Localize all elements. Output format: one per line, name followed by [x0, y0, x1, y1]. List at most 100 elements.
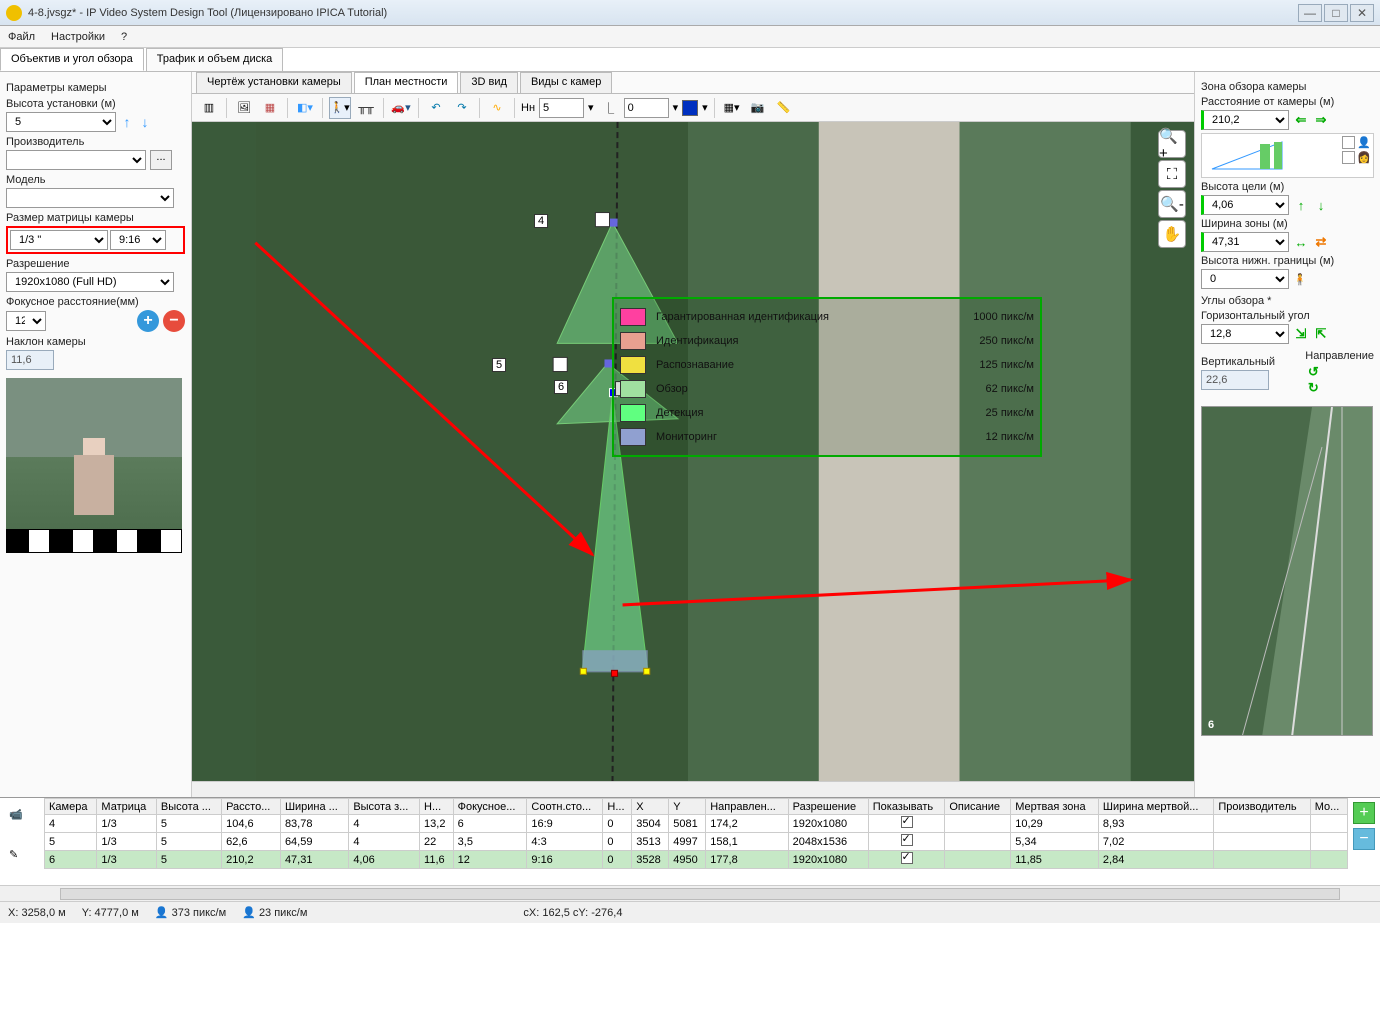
table-header[interactable]: Мо... — [1310, 799, 1347, 815]
table-header[interactable]: Разрешение — [788, 799, 868, 815]
arrow-up-icon[interactable]: ↑ — [1293, 197, 1309, 213]
table-header[interactable]: Направлен... — [706, 799, 788, 815]
redo-icon[interactable]: ↷ — [451, 97, 473, 119]
remove-row-button[interactable]: − — [1353, 828, 1375, 850]
show-checkbox[interactable] — [901, 816, 913, 828]
tilt-value — [6, 350, 54, 370]
target-h-select[interactable]: 4,06 — [1201, 195, 1289, 215]
rotate-ccw-icon[interactable]: ↺ — [1305, 364, 1321, 380]
car-icon[interactable]: 🚗▾ — [390, 97, 412, 119]
matrix-aspect-select[interactable]: 9:16 — [110, 230, 166, 250]
cube-icon[interactable]: ◧▾ — [294, 97, 316, 119]
add-row-button[interactable]: + — [1353, 802, 1375, 824]
center-panel: Чертёж установки камеры План местности 3… — [192, 72, 1194, 797]
arrow-up-icon[interactable]: ↑ — [120, 112, 134, 132]
camera-list-icon[interactable]: 📹 — [9, 808, 35, 830]
tab-lens[interactable]: Объектив и угол обзора — [0, 48, 144, 71]
arrow-left-icon[interactable]: ⇐ — [1293, 112, 1309, 128]
table-header[interactable]: Рассто... — [222, 799, 281, 815]
table-row[interactable]: 51/3562,664,594223,54:3035134997158,1204… — [45, 833, 1348, 851]
minimize-button[interactable]: — — [1298, 4, 1322, 22]
target-b-check[interactable] — [1342, 151, 1355, 164]
pan-button[interactable]: ✋ — [1158, 220, 1186, 248]
table-header[interactable]: Н... — [420, 799, 454, 815]
status-px1: 373 пикс/м — [172, 907, 227, 919]
table-header[interactable]: X — [632, 799, 669, 815]
h-input[interactable] — [539, 98, 584, 118]
curve-icon[interactable]: ∿ — [486, 97, 508, 119]
manufacturer-browse-button[interactable]: ... — [150, 150, 172, 170]
color-swatch[interactable] — [682, 100, 698, 116]
menu-help[interactable]: ? — [121, 31, 127, 43]
align-icon[interactable]: ⎿ — [598, 97, 620, 119]
close-button[interactable]: ✕ — [1350, 4, 1374, 22]
manufacturer-select[interactable] — [6, 150, 146, 170]
measure-icon[interactable]: 📏 — [773, 97, 795, 119]
matrix-size-select[interactable]: 1/3 " — [10, 230, 108, 250]
layers-icon[interactable]: ▥ — [198, 97, 220, 119]
dist-select[interactable]: 210,2 — [1201, 110, 1289, 130]
table-row[interactable]: 41/35104,683,78413,2616:9035045081174,21… — [45, 815, 1348, 833]
model-select[interactable] — [6, 188, 174, 208]
map-canvas[interactable]: 4 5 6 🔍+ ⛶ 🔍- ✋ Гарантированная идентифи… — [192, 122, 1194, 781]
person-icon[interactable]: 🚶▾ — [329, 97, 351, 119]
table-header[interactable]: Фокусное... — [453, 799, 527, 815]
tab-traffic[interactable]: Трафик и объем диска — [146, 48, 284, 71]
tab-plan[interactable]: План местности — [354, 72, 459, 93]
table-header[interactable]: Соотн.сто... — [527, 799, 603, 815]
h-angle-select[interactable]: 12,8 — [1201, 324, 1289, 344]
width-in-icon[interactable]: ↔ — [1293, 234, 1309, 250]
zoom-out-button[interactable]: 🔍- — [1158, 190, 1186, 218]
fence-icon[interactable]: ╥╥ — [355, 97, 377, 119]
grid-icon[interactable]: ▦▾ — [721, 97, 743, 119]
zoom-in-button[interactable]: 🔍+ — [1158, 130, 1186, 158]
bottom-scrollbar[interactable] — [0, 885, 1380, 901]
show-checkbox[interactable] — [901, 834, 913, 846]
tab-drawing[interactable]: Чертёж установки камеры — [196, 72, 352, 93]
pencil-icon[interactable]: ✎ — [9, 848, 35, 870]
angle-in-icon[interactable]: ⇲ — [1293, 326, 1309, 342]
height-select[interactable]: 5 — [6, 112, 116, 132]
lower-h-select[interactable]: 0 — [1201, 269, 1289, 289]
resolution-select[interactable]: 1920x1080 (Full HD) — [6, 272, 174, 292]
arrow-down-icon[interactable]: ↓ — [1313, 197, 1329, 213]
camera-icon[interactable]: 📷 — [747, 97, 769, 119]
focal-minus-button[interactable]: − — [163, 310, 185, 332]
table-header[interactable]: Показывать — [868, 799, 945, 815]
rotate-cw-icon[interactable]: ↻ — [1305, 380, 1321, 396]
table-header[interactable]: Н... — [603, 799, 632, 815]
table-header[interactable]: Ширина мертвой... — [1098, 799, 1213, 815]
table-header[interactable]: Производитель — [1214, 799, 1310, 815]
menu-file[interactable]: Файл — [8, 31, 35, 43]
menu-settings[interactable]: Настройки — [51, 31, 105, 43]
table-header[interactable]: Камера — [45, 799, 97, 815]
target-a-check[interactable] — [1342, 136, 1355, 149]
angle-out-icon[interactable]: ⇱ — [1313, 326, 1329, 342]
table-header[interactable]: Описание — [945, 799, 1011, 815]
maximize-button[interactable]: □ — [1324, 4, 1348, 22]
image-icon[interactable]: 🖼 — [233, 97, 255, 119]
matrix-label: Размер матрицы камеры — [6, 212, 185, 224]
table-row[interactable]: 61/35210,247,314,0611,6129:1603528495017… — [45, 851, 1348, 869]
width-out-icon[interactable]: ⇄ — [1313, 234, 1329, 250]
wall-icon[interactable]: ▦ — [259, 97, 281, 119]
focal-select[interactable]: 12 — [6, 311, 46, 331]
focal-plus-button[interactable]: + — [137, 310, 159, 332]
table-header[interactable]: Мертвая зона — [1011, 799, 1099, 815]
v-angle-label: Вертикальный — [1201, 356, 1301, 368]
canvas-scrollbar[interactable] — [192, 781, 1194, 797]
table-header[interactable]: Матрица — [97, 799, 157, 815]
arrow-right-icon[interactable]: ⇒ — [1313, 112, 1329, 128]
zoom-fit-button[interactable]: ⛶ — [1158, 160, 1186, 188]
arrow-down-icon[interactable]: ↓ — [138, 112, 152, 132]
table-header[interactable]: Ширина ... — [280, 799, 348, 815]
show-checkbox[interactable] — [901, 852, 913, 864]
undo-icon[interactable]: ↶ — [425, 97, 447, 119]
zone-w-select[interactable]: 47,31 — [1201, 232, 1289, 252]
tab-3d[interactable]: 3D вид — [460, 72, 518, 93]
table-header[interactable]: Y — [669, 799, 706, 815]
l-input[interactable] — [624, 98, 669, 118]
table-header[interactable]: Высота з... — [349, 799, 420, 815]
table-header[interactable]: Высота ... — [156, 799, 221, 815]
tab-camera-views[interactable]: Виды с камер — [520, 72, 612, 93]
